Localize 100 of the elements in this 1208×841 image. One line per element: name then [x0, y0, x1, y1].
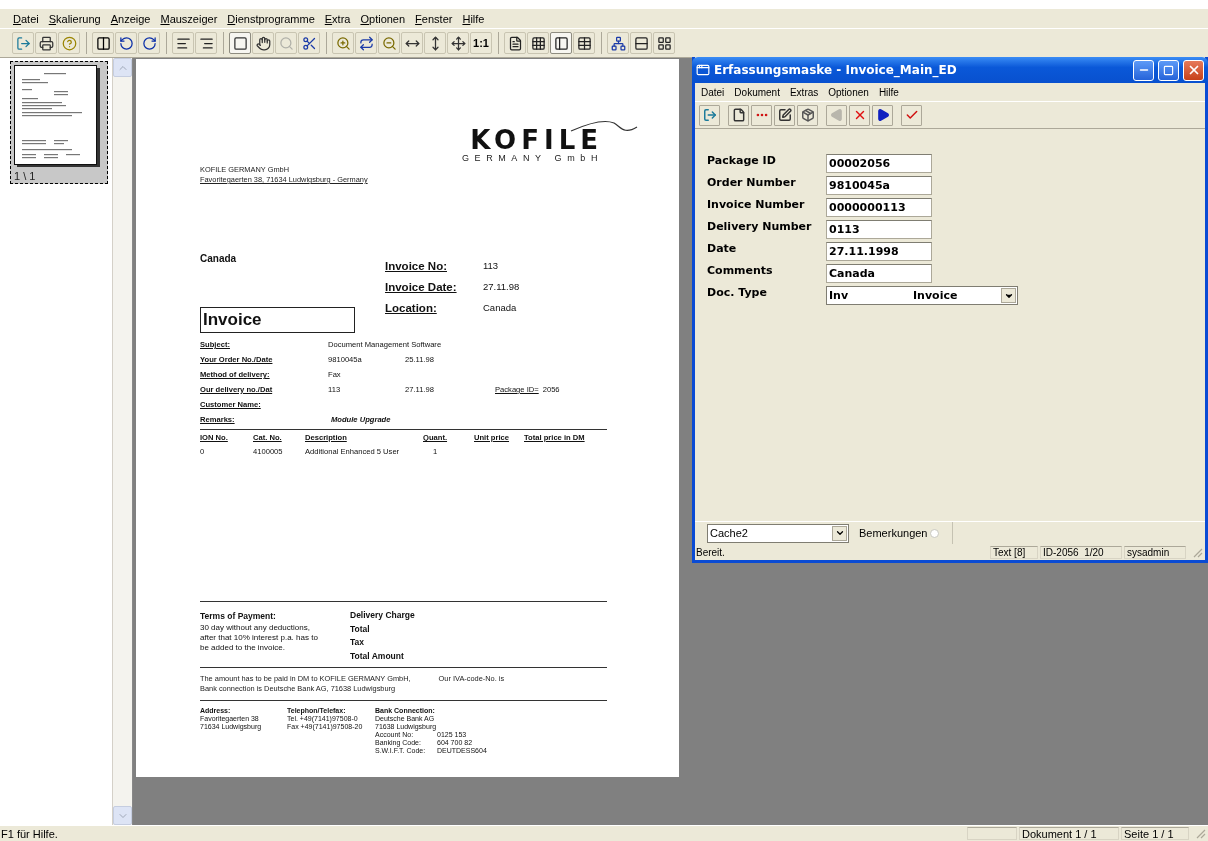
menu-item[interactable]: Fenster	[410, 12, 458, 25]
zoom-out-icon	[381, 35, 397, 51]
toolbar-button[interactable]	[35, 32, 57, 54]
actual-size-button[interactable]: 1:1	[470, 32, 492, 54]
total-label: Total Amount	[350, 649, 405, 663]
menu-item[interactable]: Skalierung	[43, 12, 106, 25]
toolbar-button[interactable]	[138, 32, 160, 54]
toolbar-button[interactable]	[252, 32, 274, 54]
input-field[interactable]: 9810045a	[826, 176, 932, 195]
total-label: Tax	[350, 636, 366, 649]
menu-item[interactable]: Datei	[8, 12, 44, 25]
zoom-in-icon	[335, 35, 351, 51]
edit-icon	[777, 108, 792, 122]
selection-icon	[232, 35, 248, 51]
input-field[interactable]: 00002056	[826, 154, 932, 173]
panel-icon	[553, 35, 569, 51]
tree-icon	[610, 35, 626, 51]
table-icon	[576, 35, 592, 51]
toolbar-button[interactable]	[447, 32, 469, 54]
window-icon	[696, 63, 710, 77]
exit-icon	[15, 35, 31, 51]
field-label: Delivery Number	[707, 220, 813, 233]
toolbar-button[interactable]	[774, 104, 795, 126]
input-field[interactable]: 0113	[826, 220, 932, 239]
toolbar-button[interactable]	[550, 32, 572, 54]
arrows-icon	[358, 35, 374, 51]
toolbar-button[interactable]	[607, 32, 629, 54]
toolbar-button[interactable]	[115, 32, 137, 54]
toolbar-button[interactable]	[527, 32, 549, 54]
minimize-button[interactable]	[1133, 59, 1154, 81]
menu-item[interactable]: Extras	[784, 86, 824, 98]
input-field[interactable]: 0000000113	[826, 198, 932, 217]
menu-item[interactable]: Mauszeiger	[155, 12, 223, 25]
field-label: Order Number	[707, 176, 797, 189]
menu-item[interactable]: Hilfe	[873, 86, 904, 98]
toolbar-button[interactable]	[172, 32, 194, 54]
field-label: Date	[707, 242, 738, 255]
doc-type-dropdown[interactable]: Inv Invoice	[826, 286, 1018, 305]
toolbar-button[interactable]	[653, 32, 675, 54]
printer-icon	[38, 35, 54, 51]
menu-item[interactable]: Anzeige	[105, 12, 156, 25]
toolbar-button[interactable]	[355, 32, 377, 54]
menu-item[interactable]: Dokument	[729, 86, 785, 98]
four-arrows-icon	[450, 35, 466, 51]
toolbar-button[interactable]	[195, 32, 217, 54]
page-icon	[731, 108, 746, 122]
menu-item[interactable]: Dienstprogramme	[222, 12, 320, 25]
status-text: Bereit.	[695, 546, 726, 558]
total-label: Delivery Charge	[350, 609, 415, 622]
invoice-meta-label: Invoice Date:	[385, 280, 458, 293]
menu-item[interactable]: Optionen	[355, 12, 411, 25]
check-icon	[904, 108, 919, 122]
help-icon	[61, 35, 77, 51]
terms-title: Terms of Payment:	[200, 610, 277, 623]
invoice-meta-label: Location:	[385, 301, 438, 314]
menu-item[interactable]: Datei	[696, 86, 730, 98]
invoice-meta-value: 27.11.98	[483, 281, 520, 292]
toolbar-button[interactable]	[298, 32, 320, 54]
menu-item[interactable]: Hilfe	[457, 12, 490, 25]
resize-grip-icon[interactable]	[1192, 546, 1203, 558]
window-title: Erfassungsmaske - Invoice_Main_ED	[714, 63, 958, 77]
toolbar-button[interactable]	[424, 32, 446, 54]
field-label: Invoice Number	[707, 198, 806, 211]
input-field[interactable]: Canada	[826, 264, 932, 283]
cache-dropdown[interactable]: Cache2	[707, 523, 849, 543]
next-icon	[875, 108, 890, 122]
toolbar-button[interactable]	[504, 32, 526, 54]
logo-text: KOFILE	[470, 127, 603, 153]
status-panel: sysadmin	[1124, 545, 1186, 559]
field-label: Package ID	[707, 154, 777, 167]
rotate-left-icon	[118, 35, 134, 51]
terms-text: 30 day without any deductions, after that 10% interest p.a. has to be added to the invoice.	[200, 623, 319, 653]
input-field[interactable]: 27.11.1998	[826, 242, 932, 261]
invoice-meta-label: Invoice No:	[385, 259, 448, 272]
toolbar-button[interactable]	[728, 104, 749, 126]
remarks-radio[interactable]: Bemerkungen	[859, 527, 939, 539]
lines-icon	[198, 35, 214, 51]
toolbar-button[interactable]	[573, 32, 595, 54]
panels-icon	[95, 35, 111, 51]
menu-item[interactable]: Extra	[319, 12, 356, 25]
package-icon	[800, 108, 815, 122]
toolbar-button[interactable]	[92, 32, 114, 54]
maximize-icon	[1163, 64, 1174, 76]
previous-icon	[829, 108, 844, 122]
page-thumbnail[interactable]: 1 \ 1	[10, 61, 108, 184]
toolbar-button[interactable]	[872, 104, 893, 126]
search-icon	[278, 35, 294, 51]
maximize-button[interactable]	[1158, 59, 1179, 81]
resize-grip-icon[interactable]	[1195, 828, 1206, 839]
toolbar-button[interactable]	[630, 32, 652, 54]
toolbar-button[interactable]	[797, 104, 818, 126]
menu-item[interactable]: Optionen	[823, 86, 874, 98]
status-panel: Text [8]	[990, 545, 1038, 559]
lines-icon	[175, 35, 191, 51]
field-label: Doc. Type	[707, 286, 768, 299]
toolbar-button[interactable]	[401, 32, 423, 54]
page-icon	[507, 35, 523, 51]
close-button[interactable]	[1183, 59, 1204, 81]
grid-icon	[530, 35, 546, 51]
invoice-meta-value: Canada	[483, 302, 518, 313]
